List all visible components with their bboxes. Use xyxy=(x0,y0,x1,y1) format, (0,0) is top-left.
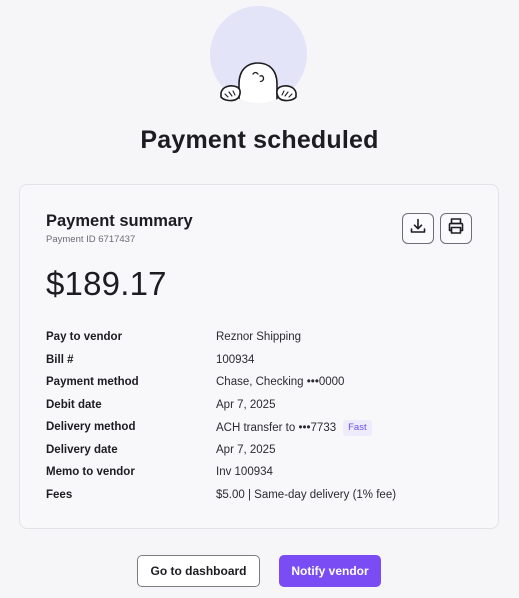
detail-label: Pay to vendor xyxy=(46,331,123,343)
detail-value: Apr 7, 2025 xyxy=(216,443,276,456)
download-button[interactable] xyxy=(402,213,434,244)
printer-icon xyxy=(447,217,465,240)
detail-row-delivery-method: Delivery method ACH transfer to •••7733 F… xyxy=(46,420,486,443)
detail-row-fees: Fees $5.00 | Same-day delivery (1% fee) xyxy=(46,488,486,511)
detail-label: Payment method xyxy=(46,376,139,388)
detail-label: Memo to vendor xyxy=(46,466,135,478)
detail-value: Chase, Checking •••0000 xyxy=(216,376,345,388)
detail-value: ACH transfer to •••7733 xyxy=(216,422,337,434)
detail-label: Bill # xyxy=(46,353,74,366)
detail-value: Reznor Shipping xyxy=(216,331,302,343)
detail-value: Apr 7, 2025 xyxy=(216,398,276,411)
payment-amount: $189.17 xyxy=(46,265,167,302)
page-title: Payment scheduled xyxy=(140,126,379,154)
summary-title: Payment summary xyxy=(46,212,193,230)
detail-row-payment-method: Payment method Chase, Checking •••0000 xyxy=(46,375,486,398)
detail-label: Delivery date xyxy=(46,443,118,456)
print-button[interactable] xyxy=(440,213,472,244)
detail-label: Delivery method xyxy=(46,421,136,433)
detail-row-bill-number: Bill # 100934 xyxy=(46,353,486,376)
notify-vendor-button[interactable]: Notify vendor xyxy=(279,555,381,587)
payment-summary-card: Payment summary Payment ID 6717437 $189. xyxy=(19,184,499,529)
detail-row-memo-to-vendor: Memo to vendor Inv 100934 xyxy=(46,465,486,488)
detail-value-with-badge: ACH transfer to •••7733 Fast xyxy=(216,420,372,436)
go-to-dashboard-button[interactable]: Go to dashboard xyxy=(137,555,260,587)
payment-confirmation-page: Payment scheduled Payment summary Paymen… xyxy=(0,0,519,598)
fast-delivery-badge: Fast xyxy=(343,420,372,436)
payment-details-list: Pay to vendor Reznor Shipping Bill # 100… xyxy=(46,330,486,510)
download-icon xyxy=(409,217,427,240)
detail-row-pay-to-vendor: Pay to vendor Reznor Shipping xyxy=(46,330,486,353)
detail-label: Debit date xyxy=(46,398,102,411)
detail-row-debit-date: Debit date Apr 7, 2025 xyxy=(46,398,486,421)
payment-id: Payment ID 6717437 xyxy=(46,234,136,245)
detail-label: Fees xyxy=(46,488,73,501)
detail-value: $5.00 | Same-day delivery (1% fee) xyxy=(216,488,397,501)
detail-row-delivery-date: Delivery date Apr 7, 2025 xyxy=(46,443,486,466)
detail-value: Inv 100934 xyxy=(216,466,273,478)
peeking-character-illustration xyxy=(210,6,307,103)
detail-value: 100934 xyxy=(216,353,255,366)
